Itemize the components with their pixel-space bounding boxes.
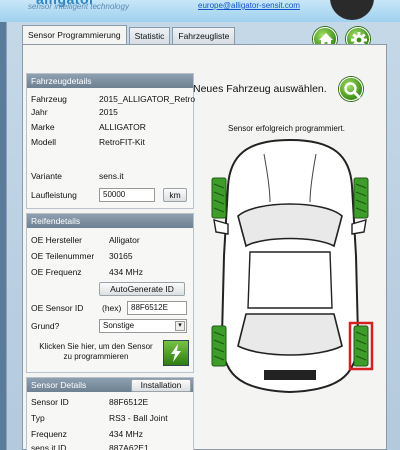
oe-partnumber-value: 30165 <box>109 251 133 261</box>
vehicle-details-panel: Fahrzeugdetails Fahrzeug 2015_ALLIGATOR_… <box>26 73 196 209</box>
installation-button[interactable]: Installation <box>131 379 191 392</box>
program-hint-line2: zu programmieren <box>63 352 129 361</box>
year-label: Jahr <box>31 107 48 117</box>
brand-value: ALLIGATOR <box>99 122 146 132</box>
tab-statistic[interactable]: Statistic <box>128 27 171 44</box>
variant-value: sens.it <box>99 171 124 181</box>
sensor-id-input[interactable]: 88F6512E <box>127 301 187 315</box>
variant-label: Variante <box>31 171 63 181</box>
sensor-details-panel: Sensor Details Installation Sensor ID 88… <box>26 377 194 450</box>
car-roof <box>247 251 333 309</box>
tab-sensor-programmierung[interactable]: Sensor Programmierung <box>22 25 127 44</box>
program-hint-line1: Klicken Sie hier, um den Sensor <box>39 342 153 351</box>
reason-select-value: Sonstige <box>103 321 135 330</box>
tire-front-left[interactable] <box>211 177 227 219</box>
sensor-frequency-value: 434 MHz <box>109 429 144 439</box>
mileage-input[interactable]: 50000 <box>99 188 155 202</box>
logo-tagline: sensor intelligent technology <box>28 2 129 11</box>
tire-rear-left[interactable] <box>211 325 227 367</box>
vehicle-details-header: Fahrzeugdetails <box>27 74 193 88</box>
car-diagram <box>211 138 374 394</box>
status-message: Sensor erfolgreich programmiert. <box>228 124 345 133</box>
vehicle-value: 2015_ALLIGATOR_Retro <box>99 94 196 104</box>
tab-fahrzeugliste[interactable]: Fahrzeugliste <box>172 27 236 44</box>
device-logo <box>330 0 374 20</box>
brand-label: Marke <box>31 122 55 132</box>
oe-frequency-value: 434 MHz <box>109 267 144 277</box>
sensor-id-label: Sensor ID <box>31 397 69 407</box>
model-label: Modell <box>31 137 57 147</box>
unit-km-button[interactable]: km <box>163 188 187 202</box>
sensor-type-label: Typ <box>31 413 45 423</box>
select-vehicle-text: Neues Fahrzeug auswählen. <box>193 83 327 95</box>
chevron-down-icon: ▾ <box>175 321 185 331</box>
tire-details-header: Reifendetails <box>27 214 193 228</box>
sensit-id-label: sens.it ID <box>31 443 67 450</box>
sensor-frequency-label: Frequenz <box>31 429 67 439</box>
tab-bar: Sensor Programmierung Statistic Fahrzeug… <box>22 25 236 44</box>
rear-plate <box>264 370 316 380</box>
program-hint: Klicken Sie hier, um den Sensor zu progr… <box>31 342 161 362</box>
sensor-type-value: RS3 - Ball Joint <box>109 413 168 423</box>
oe-manufacturer-label: OE Hersteller <box>31 235 83 245</box>
oe-partnumber-label: OE Teilenummer <box>31 251 95 261</box>
tire-front-right[interactable] <box>353 177 369 219</box>
support-email-link[interactable]: europe@alligator-sensit.com <box>198 1 300 10</box>
search-icon <box>344 82 361 99</box>
oe-frequency-label: OE Frequenz <box>31 267 82 277</box>
mileage-label: Laufleistung <box>31 190 77 200</box>
year-value: 2015 <box>99 107 118 117</box>
hex-label: (hex) <box>102 303 122 313</box>
reason-select[interactable]: Sonstige ▾ <box>99 319 187 333</box>
car-rear-window <box>237 313 343 356</box>
oe-manufacturer-value: Alligator <box>109 235 140 245</box>
sensor-id-value: 88F6512E <box>109 397 149 407</box>
lightning-icon <box>171 344 181 362</box>
oe-sensor-id-label: OE Sensor ID <box>31 303 84 313</box>
reason-label: Grund? <box>31 321 60 331</box>
top-banner: alligator sensor intelligent technology … <box>0 0 400 22</box>
model-value: RetroFIT-Kit <box>99 137 145 147</box>
select-vehicle-button[interactable] <box>339 77 363 101</box>
vehicle-label: Fahrzeug <box>31 94 67 104</box>
sensit-id-value: 887A62E1 <box>109 443 149 450</box>
autogenerate-id-button[interactable]: AutoGenerate ID <box>99 282 185 296</box>
program-sensor-button[interactable] <box>163 340 189 366</box>
